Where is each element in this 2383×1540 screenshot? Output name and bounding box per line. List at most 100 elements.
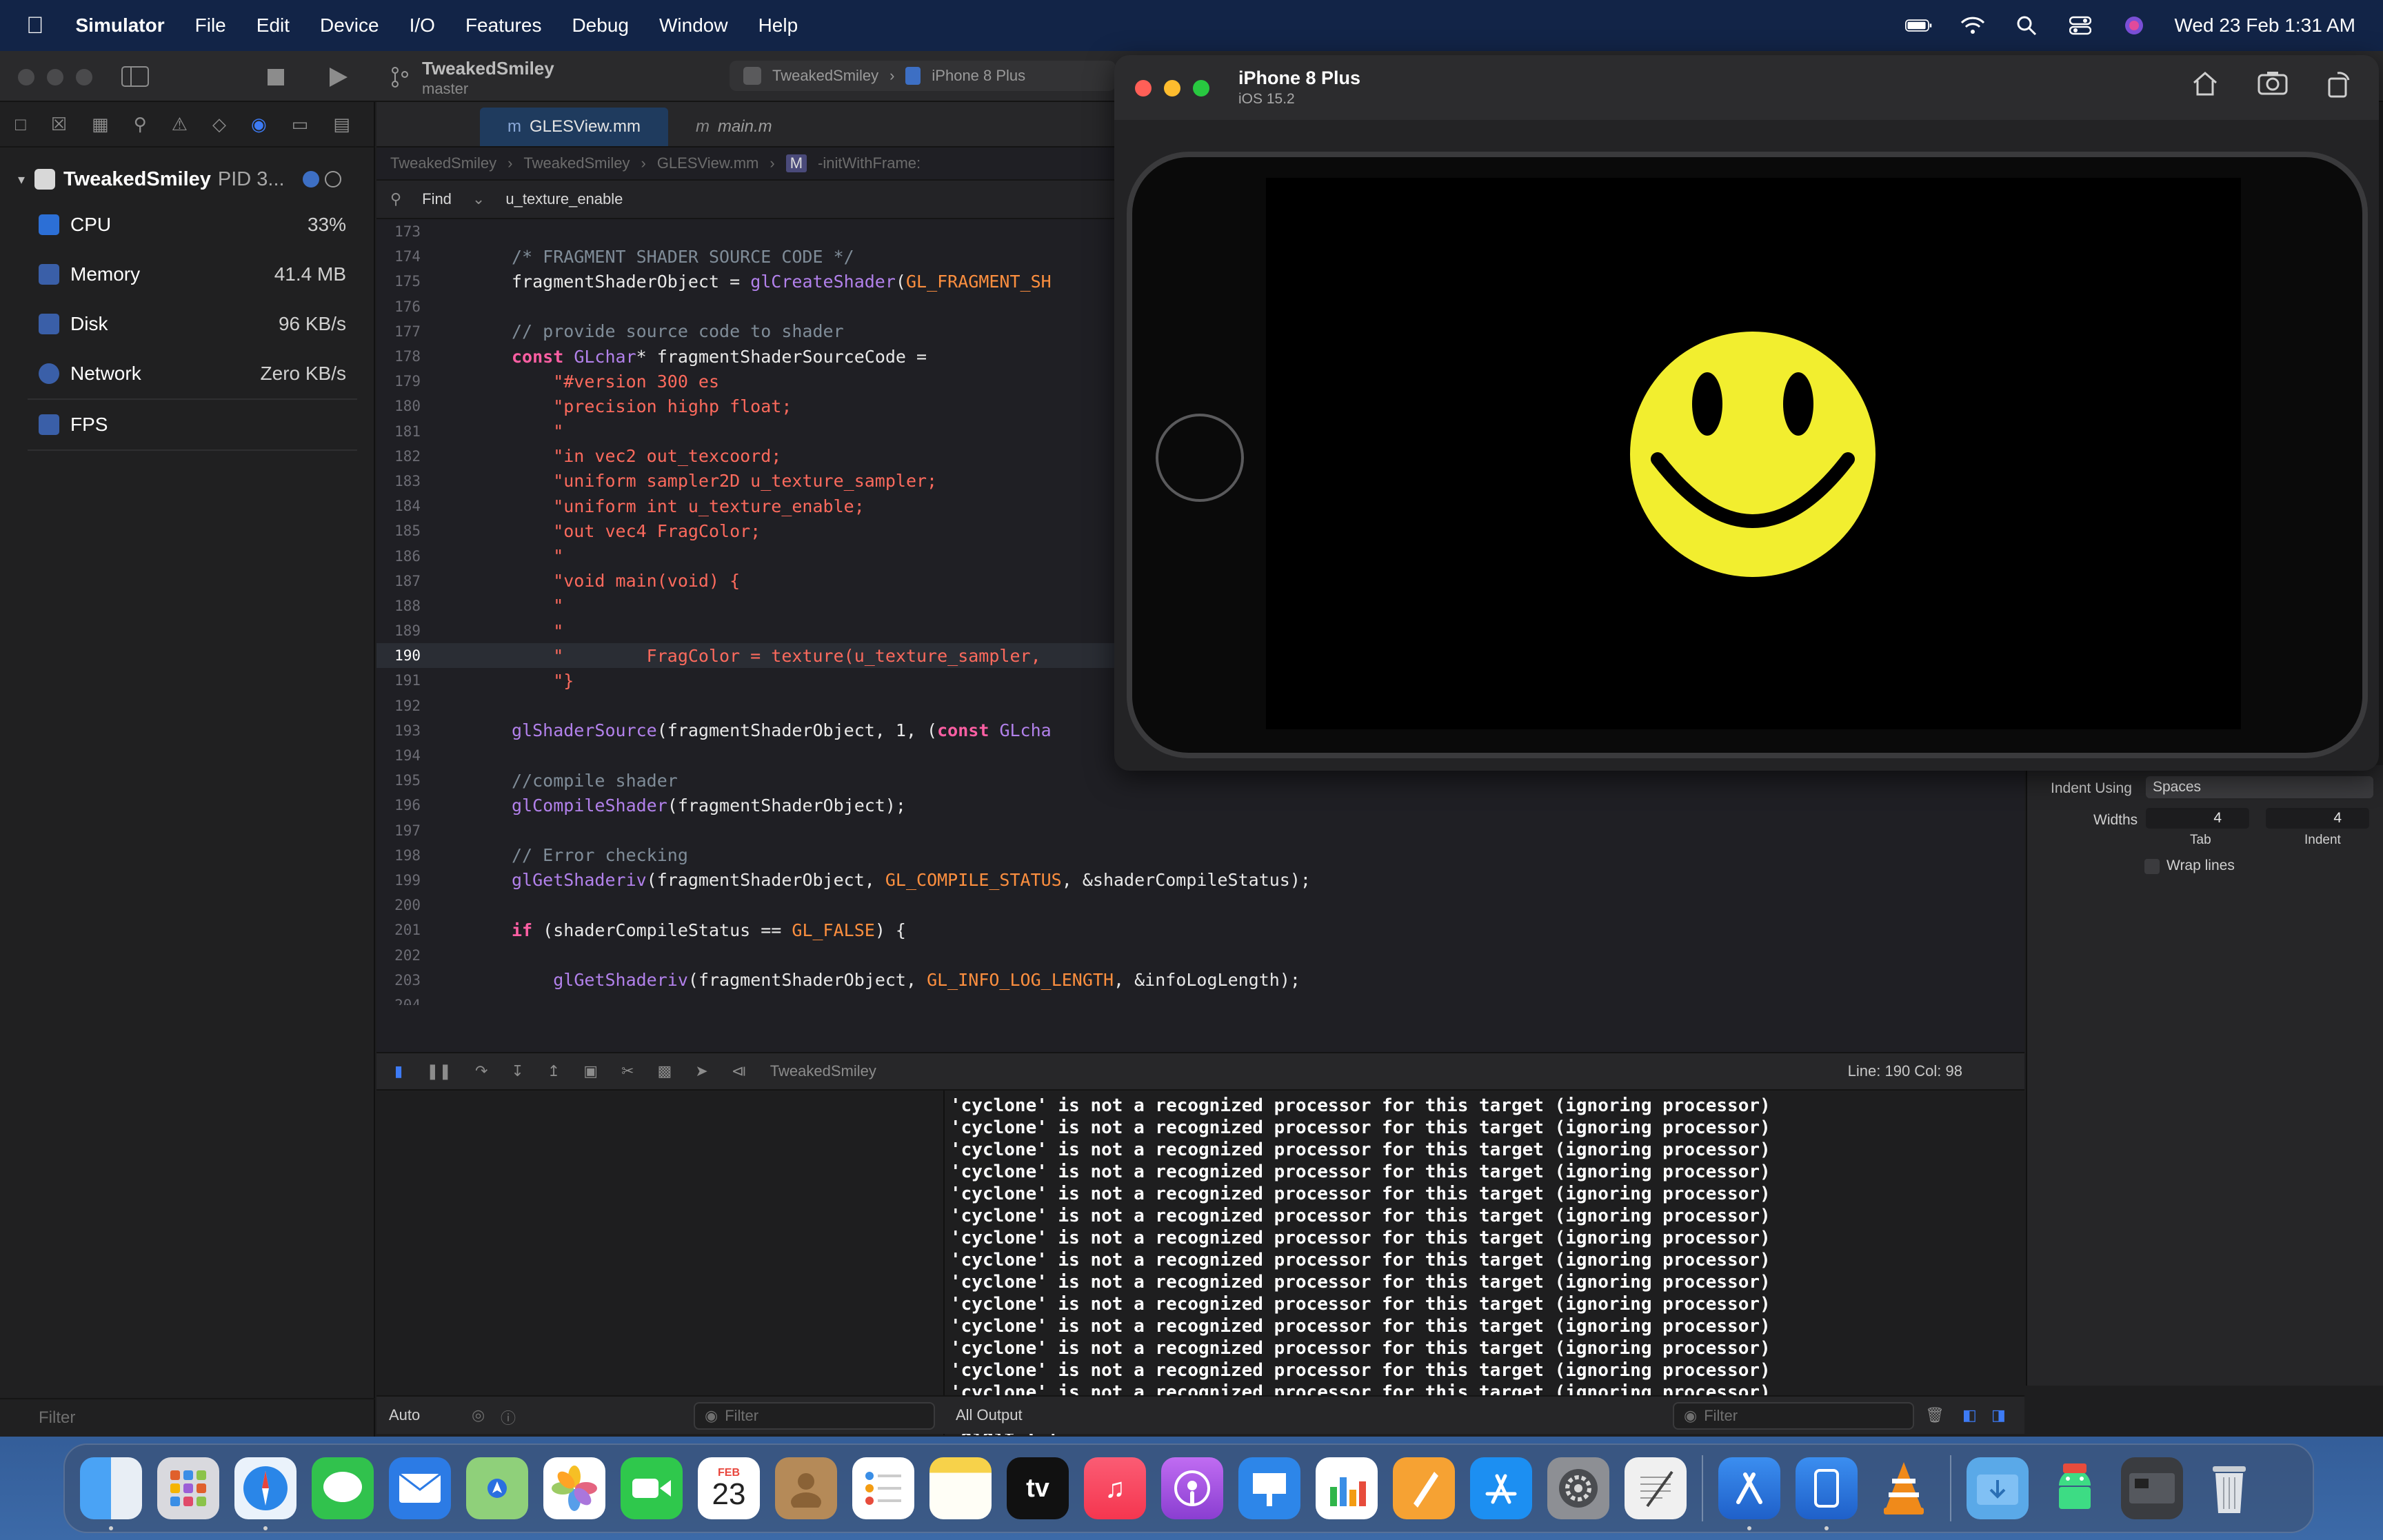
simulator-icon[interactable] — [1796, 1457, 1858, 1530]
home-icon[interactable] — [2191, 70, 2219, 101]
pause-circle-icon[interactable] — [324, 171, 341, 188]
indent-width-field[interactable]: 4 — [2266, 808, 2369, 829]
siri-icon[interactable] — [2120, 15, 2148, 36]
gauge-network[interactable]: Network Zero KB/s — [0, 349, 374, 398]
vlc-icon[interactable] — [1873, 1457, 1935, 1519]
menu-help[interactable]: Help — [758, 14, 798, 37]
code-line[interactable]: 195 //compile shader — [376, 768, 2024, 793]
calendar-icon[interactable]: FEB 23 — [698, 1457, 760, 1519]
symbol-icon[interactable]: ▦ — [92, 114, 109, 135]
scheme-selector[interactable]: TweakedSmiley › iPhone 8 Plus — [730, 61, 1116, 91]
android-studio-icon[interactable] — [2044, 1457, 2106, 1519]
pause-icon[interactable]: ❚❚ — [426, 1062, 452, 1080]
gauge-fps[interactable]: FPS — [0, 400, 374, 449]
code-line[interactable]: 200 — [376, 893, 2024, 918]
disclosure-chevron-icon[interactable]: ▾ — [18, 171, 25, 188]
code-line[interactable]: 199 glGetShaderiv(fragmentShaderObject, G… — [376, 868, 2024, 893]
gauge-disk[interactable]: Disk 96 KB/s — [0, 299, 374, 349]
step-over-icon[interactable]: ↷ — [475, 1062, 487, 1080]
search-icon[interactable] — [2013, 15, 2040, 36]
downloads-folder-icon[interactable] — [1967, 1457, 2029, 1519]
indent-using-select[interactable]: Spaces — [2146, 776, 2373, 798]
close-button[interactable] — [18, 69, 34, 85]
source-control-icon[interactable]: ☒ — [51, 114, 67, 135]
debug-icon[interactable]: ◉ — [251, 114, 267, 135]
numbers-icon[interactable] — [1316, 1457, 1378, 1519]
split-left-icon[interactable]: ◧ — [1962, 1406, 1977, 1424]
device-screen[interactable] — [1266, 178, 2241, 729]
menu-app-name[interactable]: Simulator — [76, 14, 165, 37]
location-icon[interactable]: ➤ — [695, 1062, 707, 1080]
keynote-icon[interactable] — [1238, 1457, 1300, 1519]
find-icon[interactable]: ⚲ — [134, 114, 147, 135]
code-line[interactable]: 197 — [376, 818, 2024, 843]
menubar-clock[interactable]: Wed 23 Feb 1:31 AM — [2174, 14, 2355, 37]
process-row[interactable]: ▾ TweakedSmiley PID 3... — [0, 159, 374, 200]
find-query-field[interactable]: u_texture_enable — [505, 190, 623, 208]
menu-window[interactable]: Window — [659, 14, 728, 37]
app-store-icon[interactable] — [1470, 1457, 1532, 1519]
jump-folder[interactable]: TweakedSmiley — [523, 154, 630, 172]
wrap-lines-checkbox[interactable] — [2144, 859, 2160, 874]
zoom-button[interactable] — [76, 69, 92, 85]
notes-icon[interactable] — [929, 1457, 992, 1519]
auto-selector[interactable]: Auto — [389, 1406, 420, 1424]
debug-process-label[interactable]: TweakedSmiley — [770, 1062, 876, 1080]
console-toggle-icon[interactable]: ▮ — [394, 1062, 403, 1080]
screenshot-stack-icon[interactable] — [2121, 1457, 2183, 1519]
memory-graph-icon[interactable]: ✂ — [621, 1062, 634, 1080]
apple-tv-icon[interactable]: tv — [1007, 1457, 1069, 1519]
sidebar-toggle-icon[interactable] — [121, 66, 149, 90]
mail-icon[interactable] — [389, 1457, 451, 1519]
launchpad-icon[interactable] — [157, 1457, 219, 1519]
trash-icon[interactable] — [2198, 1457, 2260, 1519]
maps-icon[interactable] — [466, 1457, 528, 1519]
battery-icon[interactable] — [1905, 15, 1933, 36]
tab-glesview[interactable]: m GLESView.mm — [480, 108, 668, 146]
zoom-button[interactable] — [1193, 80, 1209, 97]
music-icon[interactable]: ♫ — [1084, 1457, 1146, 1519]
find-mode-selector[interactable]: Find — [422, 190, 452, 208]
run-icon[interactable] — [328, 66, 349, 92]
jump-file[interactable]: GLESView.mm — [657, 154, 759, 172]
step-out-icon[interactable]: ↥ — [547, 1062, 560, 1080]
menu-file[interactable]: File — [195, 14, 226, 37]
safari-icon[interactable] — [234, 1457, 296, 1530]
info-icon[interactable]: ⓘ — [501, 1406, 516, 1428]
eye-icon[interactable]: ◎ — [472, 1406, 485, 1424]
output-selector[interactable]: All Output — [956, 1406, 1023, 1424]
close-button[interactable] — [1135, 80, 1152, 97]
code-line[interactable]: 202 — [376, 942, 2024, 967]
navigator-filter[interactable]: Filter — [0, 1398, 375, 1437]
xcode-icon[interactable] — [1718, 1457, 1780, 1530]
folder-icon[interactable]: □ — [15, 114, 26, 135]
gauge-memory[interactable]: Memory 41.4 MB — [0, 250, 374, 299]
photos-icon[interactable] — [543, 1457, 605, 1519]
jump-project[interactable]: TweakedSmiley — [390, 154, 496, 172]
system-preferences-icon[interactable] — [1547, 1457, 1609, 1519]
rotate-icon[interactable] — [2326, 70, 2351, 101]
step-in-icon[interactable]: ↧ — [511, 1062, 523, 1080]
messages-icon[interactable] — [312, 1457, 374, 1519]
chevron-down-icon[interactable]: ⌄ — [472, 190, 485, 208]
breakpoint-icon[interactable]: ▭ — [292, 114, 309, 135]
view-debugger-icon[interactable]: ▣ — [583, 1062, 598, 1080]
destination-name[interactable]: iPhone 8 Plus — [932, 67, 1025, 85]
test-icon[interactable]: ◇ — [212, 114, 226, 135]
facetime-icon[interactable] — [621, 1457, 683, 1519]
scheme-name[interactable]: TweakedSmiley — [772, 67, 878, 85]
jump-method[interactable]: -initWithFrame: — [818, 154, 921, 172]
pages-icon[interactable] — [1393, 1457, 1455, 1519]
menu-features[interactable]: Features — [465, 14, 542, 37]
textedit-icon[interactable] — [1625, 1457, 1687, 1519]
menu-edit[interactable]: Edit — [257, 14, 290, 37]
gpu-frame-icon[interactable]: ⧏ — [732, 1062, 747, 1080]
variables-filter[interactable]: ◉ Filter — [694, 1402, 935, 1430]
gauge-cpu[interactable]: CPU 33% — [0, 200, 374, 250]
control-center-icon[interactable] — [2067, 15, 2094, 36]
trash-icon[interactable]: 🗑 — [1925, 1406, 1944, 1424]
contacts-icon[interactable] — [775, 1457, 837, 1519]
info-icon[interactable] — [302, 171, 319, 188]
menu-io[interactable]: I/O — [410, 14, 435, 37]
home-button[interactable] — [1156, 414, 1244, 502]
